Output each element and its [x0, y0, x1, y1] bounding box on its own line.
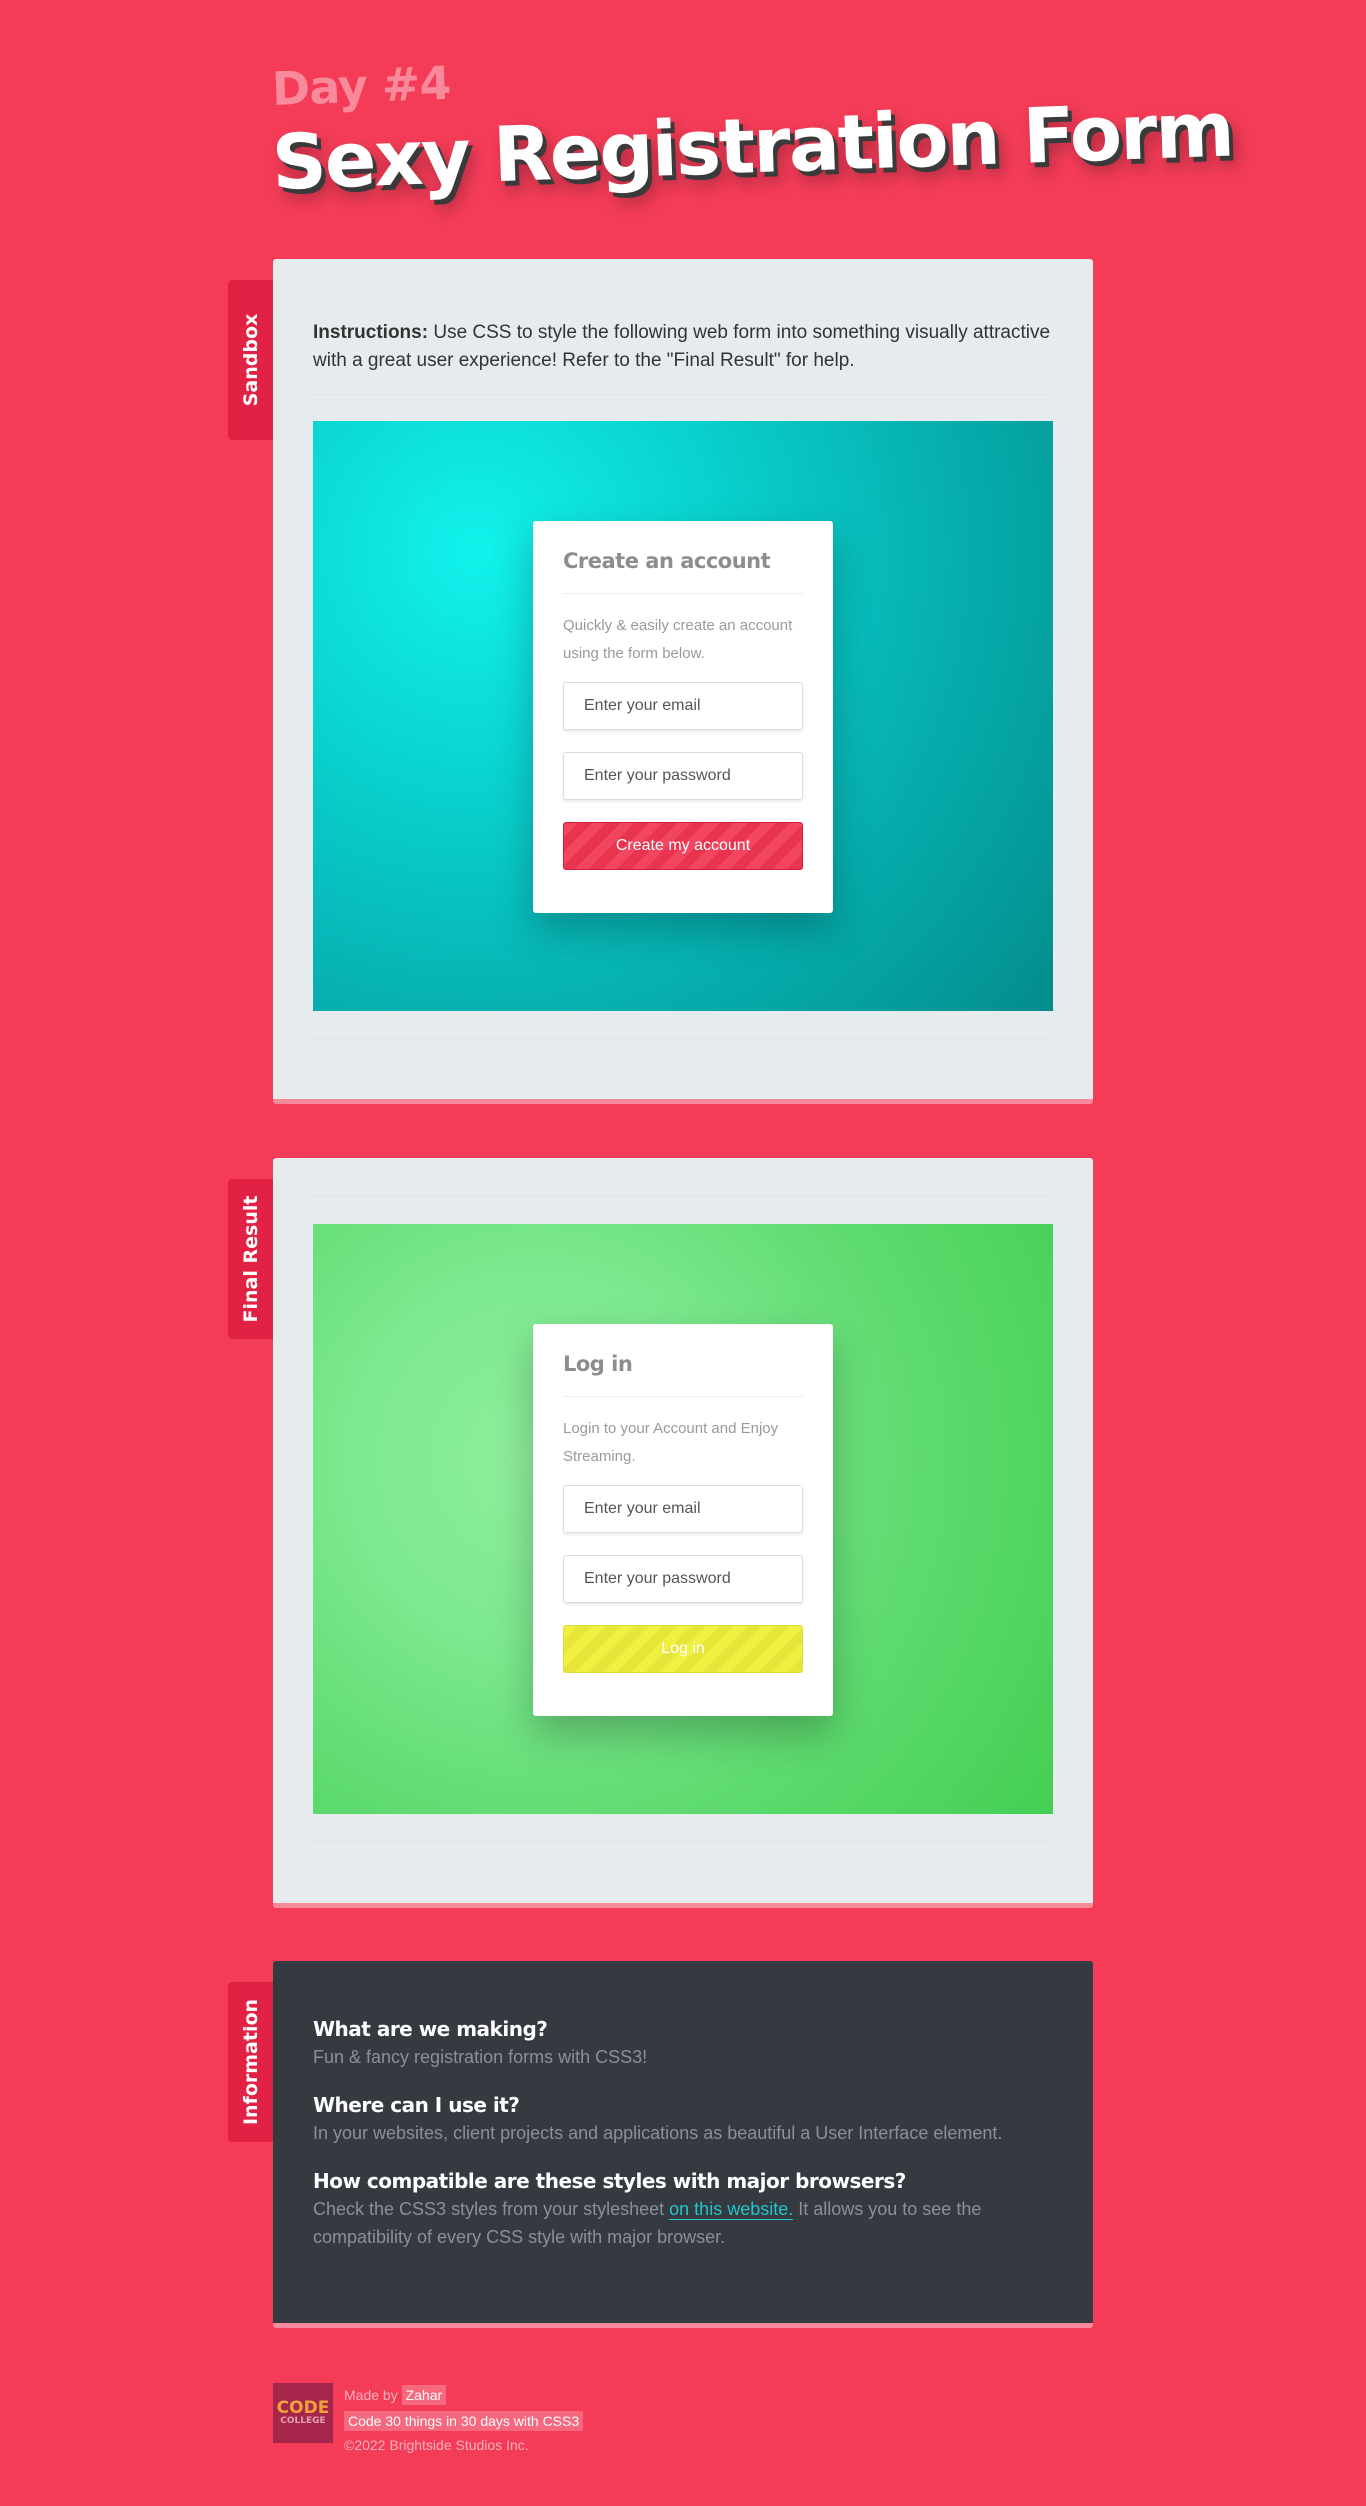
page-header: Day #4 Sexy Registration Form [270, 56, 1234, 207]
divider [313, 1841, 1053, 1842]
login-button[interactable]: Log in [563, 1625, 803, 1673]
logo-line-1: CODE [276, 2397, 330, 2418]
made-by-label: Made by [344, 2387, 398, 2403]
sandbox-section: Sandbox Instructions: Use CSS to style t… [228, 259, 1093, 1104]
information-body: What are we making? Fun & fancy registra… [273, 1961, 1093, 2251]
signup-description: Quickly & easily create an account using… [563, 617, 793, 662]
answer-3: Check the CSS3 styles from your styleshe… [313, 2195, 1053, 2251]
course-link[interactable]: Code 30 things in 30 days with CSS3 [344, 2411, 584, 2431]
logo-line-2: COLLEGE [280, 2415, 326, 2426]
author-link[interactable]: Zahar [401, 2385, 447, 2405]
final-result-tab: Final Result [228, 1179, 273, 1339]
code-college-logo[interactable]: CODE COLLEGE [273, 2383, 333, 2443]
create-account-button[interactable]: Create my account [563, 822, 803, 870]
divider [313, 1038, 1053, 1039]
information-section: Information What are we making? Fun & fa… [228, 1961, 1093, 2328]
sandbox-tab-label: Sandbox [239, 313, 262, 407]
sandbox-stage: Create an account Quickly & easily creat… [313, 421, 1053, 1011]
signup-title: Create an account [563, 549, 803, 594]
login-description: Login to your Account and Enjoy Streamin… [563, 1420, 779, 1465]
question-2: Where can I use it? [313, 2093, 520, 2117]
information-tab: Information [228, 1982, 273, 2142]
answer-2: In your websites, client projects and ap… [313, 2123, 1003, 2143]
password-field[interactable]: Enter your password [563, 1555, 803, 1603]
login-card: Log in Login to your Account and Enjoy S… [533, 1324, 833, 1716]
instructions-label: Instructions: [313, 322, 429, 343]
answer-1: Fun & fancy registration forms with CSS3… [313, 2047, 648, 2067]
divider [313, 394, 1053, 395]
question-1: What are we making? [313, 2017, 548, 2041]
css-compat-link[interactable]: on this website. [669, 2199, 794, 2220]
question-3: How compatible are these styles with maj… [313, 2169, 906, 2193]
password-field[interactable]: Enter your password [563, 752, 803, 800]
instructions: Instructions: Use CSS to style the follo… [313, 319, 1053, 375]
signup-card: Create an account Quickly & easily creat… [533, 521, 833, 913]
final-result-section: Final Result Log in Login to your Accoun… [228, 1158, 1093, 1908]
login-title: Log in [563, 1352, 803, 1397]
made-by-line: Made by Zahar [344, 2383, 624, 2407]
copyright: ©2022 Brightside Studios Inc. [344, 2437, 529, 2453]
information-tab-label: Information [239, 1998, 262, 2126]
divider [313, 1196, 1053, 1197]
email-field[interactable]: Enter your email [563, 682, 803, 730]
course-line: Code 30 things in 30 days with CSS3 [344, 2409, 624, 2433]
final-result-tab-label: Final Result [239, 1195, 262, 1323]
email-field[interactable]: Enter your email [563, 1485, 803, 1533]
answer-3-text: Check the CSS3 styles from your styleshe… [313, 2199, 670, 2219]
final-stage: Log in Login to your Account and Enjoy S… [313, 1224, 1053, 1814]
footer-text: Made by Zahar Code 30 things in 30 days … [344, 2383, 624, 2457]
sandbox-tab: Sandbox [228, 280, 273, 440]
